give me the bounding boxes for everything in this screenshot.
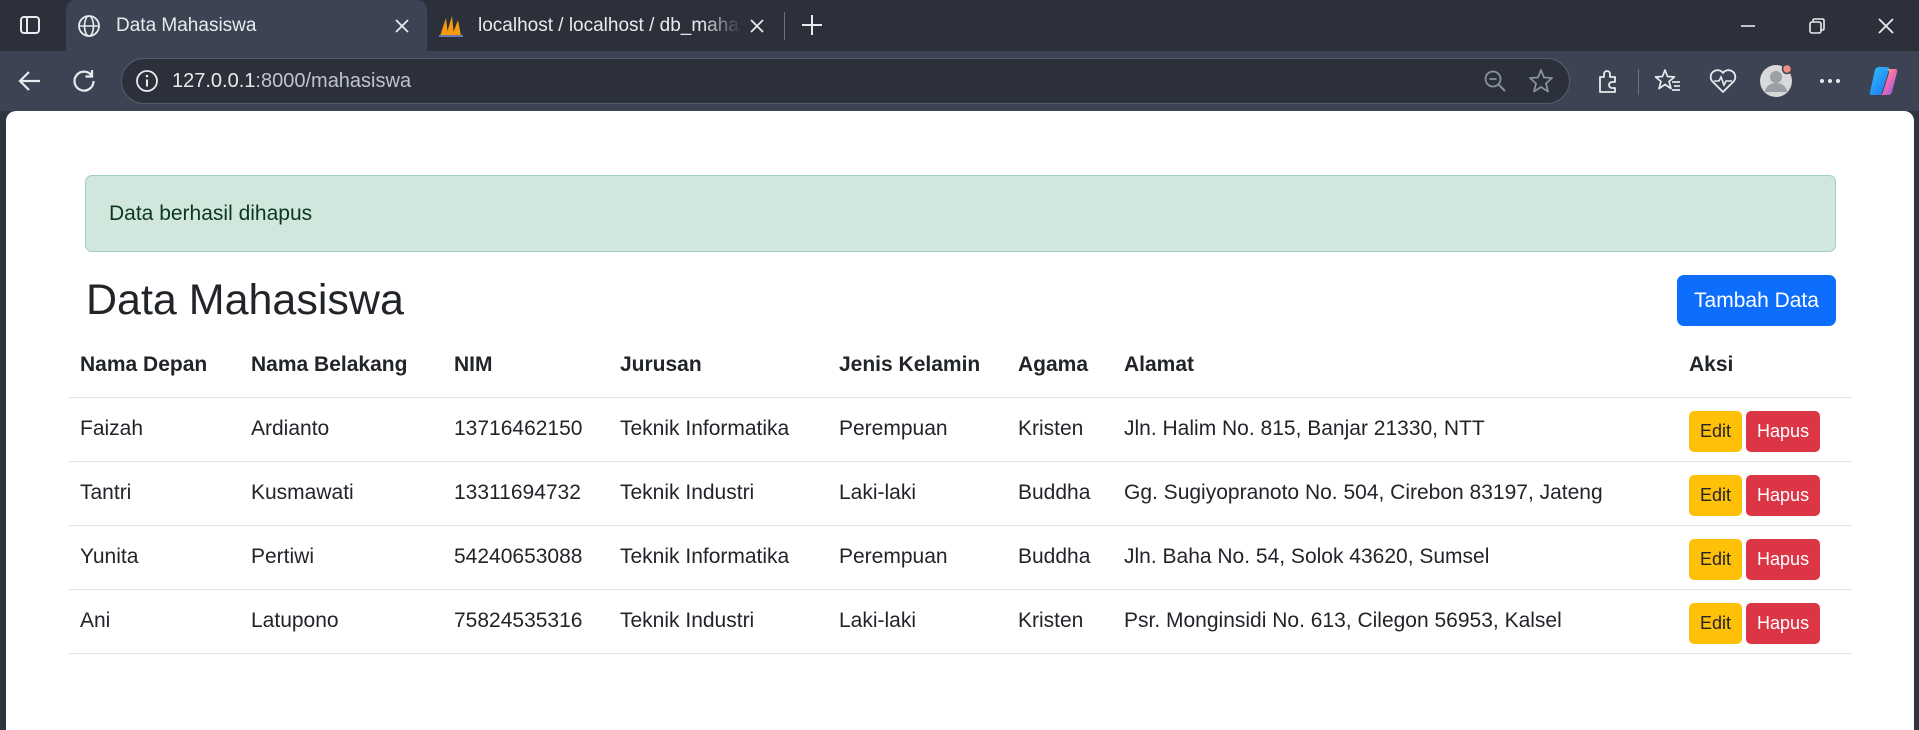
tab-title: localhost / localhost / db_mahasiswa bbox=[478, 14, 742, 36]
favorite-star-icon[interactable] bbox=[1523, 63, 1559, 99]
cell-agama: Buddha bbox=[1007, 525, 1113, 590]
success-alert: Data berhasil dihapus bbox=[85, 175, 1836, 252]
header-jurusan: Jurusan bbox=[609, 334, 828, 398]
table-row: Tantri Kusmawati 13311694732 Teknik Indu… bbox=[69, 461, 1852, 526]
mahasiswa-table: Nama Depan Nama Belakang NIM Jurusan Jen… bbox=[69, 334, 1852, 654]
close-tab-icon[interactable] bbox=[742, 11, 772, 41]
header-jenis-kelamin: Jenis Kelamin bbox=[828, 334, 1007, 398]
cell-jenis-kelamin: Perempuan bbox=[828, 525, 1007, 590]
delete-button[interactable]: Hapus bbox=[1746, 410, 1821, 452]
add-data-button[interactable]: Tambah Data bbox=[1677, 275, 1836, 326]
restore-icon[interactable] bbox=[1790, 0, 1844, 51]
tab-separator bbox=[784, 12, 785, 40]
zoom-out-icon[interactable] bbox=[1477, 63, 1513, 99]
header-alamat: Alamat bbox=[1113, 334, 1678, 398]
cell-aksi: Edit Hapus bbox=[1678, 461, 1852, 526]
edit-button[interactable]: Edit bbox=[1689, 410, 1743, 452]
cell-alamat: Jln. Baha No. 54, Solok 43620, Sumsel bbox=[1113, 525, 1678, 590]
cell-agama: Kristen bbox=[1007, 589, 1113, 654]
cell-nim: 13311694732 bbox=[443, 461, 609, 526]
header-agama: Agama bbox=[1007, 334, 1113, 398]
more-options-icon[interactable] bbox=[1812, 63, 1848, 99]
cell-jenis-kelamin: Perempuan bbox=[828, 397, 1007, 462]
copilot-icon[interactable] bbox=[1866, 63, 1902, 99]
phpmyadmin-icon bbox=[438, 13, 464, 39]
back-icon[interactable] bbox=[12, 63, 48, 99]
url-host: 127.0.0.1 bbox=[172, 69, 256, 92]
sidebar-toggle-icon[interactable] bbox=[12, 10, 48, 40]
close-window-icon[interactable] bbox=[1859, 0, 1913, 51]
cell-nim: 13716462150 bbox=[443, 397, 609, 462]
table-header-row: Nama Depan Nama Belakang NIM Jurusan Jen… bbox=[69, 334, 1852, 398]
cell-nama-depan: Yunita bbox=[69, 525, 240, 590]
tab-phpmyadmin[interactable]: localhost / localhost / db_mahasiswa bbox=[428, 0, 782, 51]
profile-avatar-icon[interactable] bbox=[1758, 63, 1794, 99]
table-row: Ani Latupono 75824535316 Teknik Industri… bbox=[69, 589, 1852, 654]
cell-nim: 75824535316 bbox=[443, 589, 609, 654]
cell-agama: Buddha bbox=[1007, 461, 1113, 526]
browser-essentials-icon[interactable] bbox=[1705, 63, 1741, 99]
site-info-icon[interactable] bbox=[132, 66, 162, 96]
header-nim: NIM bbox=[443, 334, 609, 398]
extensions-icon[interactable] bbox=[1590, 63, 1626, 99]
cell-nama-depan: Ani bbox=[69, 589, 240, 654]
cell-nama-belakang: Latupono bbox=[240, 589, 443, 654]
url-path: :8000/mahasiswa bbox=[255, 69, 412, 92]
favorites-icon[interactable] bbox=[1650, 63, 1686, 99]
header-aksi: Aksi bbox=[1678, 334, 1852, 398]
page-title: Data Mahasiswa bbox=[86, 276, 404, 324]
cell-alamat: Jln. Halim No. 815, Banjar 21330, NTT bbox=[1113, 397, 1678, 462]
cell-jurusan: Teknik Industri bbox=[609, 461, 828, 526]
cell-alamat: Psr. Monginsidi No. 613, Cilegon 56953, … bbox=[1113, 589, 1678, 654]
cell-nim: 54240653088 bbox=[443, 525, 609, 590]
cell-aksi: Edit Hapus bbox=[1678, 589, 1852, 654]
edit-button[interactable]: Edit bbox=[1689, 474, 1743, 516]
cell-nama-depan: Faizah bbox=[69, 397, 240, 462]
browser-toolbar: 127.0.0.1:8000/mahasiswa bbox=[0, 51, 1919, 111]
cell-alamat: Gg. Sugiyopranoto No. 504, Cirebon 83197… bbox=[1113, 461, 1678, 526]
reload-icon[interactable] bbox=[66, 63, 102, 99]
cell-nama-belakang: Ardianto bbox=[240, 397, 443, 462]
cell-jenis-kelamin: Laki-laki bbox=[828, 589, 1007, 654]
cell-jenis-kelamin: Laki-laki bbox=[828, 461, 1007, 526]
table-row: Faizah Ardianto 13716462150 Teknik Infor… bbox=[69, 397, 1852, 462]
delete-button[interactable]: Hapus bbox=[1746, 474, 1821, 516]
tab-title: Data Mahasiswa bbox=[116, 14, 257, 36]
address-bar[interactable]: 127.0.0.1:8000/mahasiswa bbox=[121, 58, 1570, 104]
minimize-icon[interactable] bbox=[1721, 0, 1775, 51]
cell-aksi: Edit Hapus bbox=[1678, 525, 1852, 590]
header-nama-belakang: Nama Belakang bbox=[240, 334, 443, 398]
edit-button[interactable]: Edit bbox=[1689, 602, 1743, 644]
cell-nama-belakang: Pertiwi bbox=[240, 525, 443, 590]
url-text[interactable]: 127.0.0.1:8000/mahasiswa bbox=[172, 70, 1477, 93]
toolbar-divider bbox=[1638, 69, 1639, 95]
header-nama-depan: Nama Depan bbox=[69, 334, 240, 398]
cell-agama: Kristen bbox=[1007, 397, 1113, 462]
cell-jurusan: Teknik Informatika bbox=[609, 525, 828, 590]
delete-button[interactable]: Hapus bbox=[1746, 538, 1821, 580]
globe-icon bbox=[76, 13, 102, 39]
cell-aksi: Edit Hapus bbox=[1678, 397, 1852, 462]
cell-nama-depan: Tantri bbox=[69, 461, 240, 526]
cell-jurusan: Teknik Industri bbox=[609, 589, 828, 654]
page-viewport: Data berhasil dihapus Data Mahasiswa Tam… bbox=[6, 111, 1914, 730]
new-tab-icon[interactable] bbox=[794, 8, 830, 42]
table-row: Yunita Pertiwi 54240653088 Teknik Inform… bbox=[69, 525, 1852, 590]
tab-bar: Data Mahasiswa localhost / localhost / d… bbox=[0, 0, 1919, 51]
tab-data-mahasiswa[interactable]: Data Mahasiswa bbox=[66, 0, 427, 51]
cell-jurusan: Teknik Informatika bbox=[609, 397, 828, 462]
cell-nama-belakang: Kusmawati bbox=[240, 461, 443, 526]
close-tab-icon[interactable] bbox=[387, 11, 417, 41]
delete-button[interactable]: Hapus bbox=[1746, 602, 1821, 644]
edit-button[interactable]: Edit bbox=[1689, 538, 1743, 580]
